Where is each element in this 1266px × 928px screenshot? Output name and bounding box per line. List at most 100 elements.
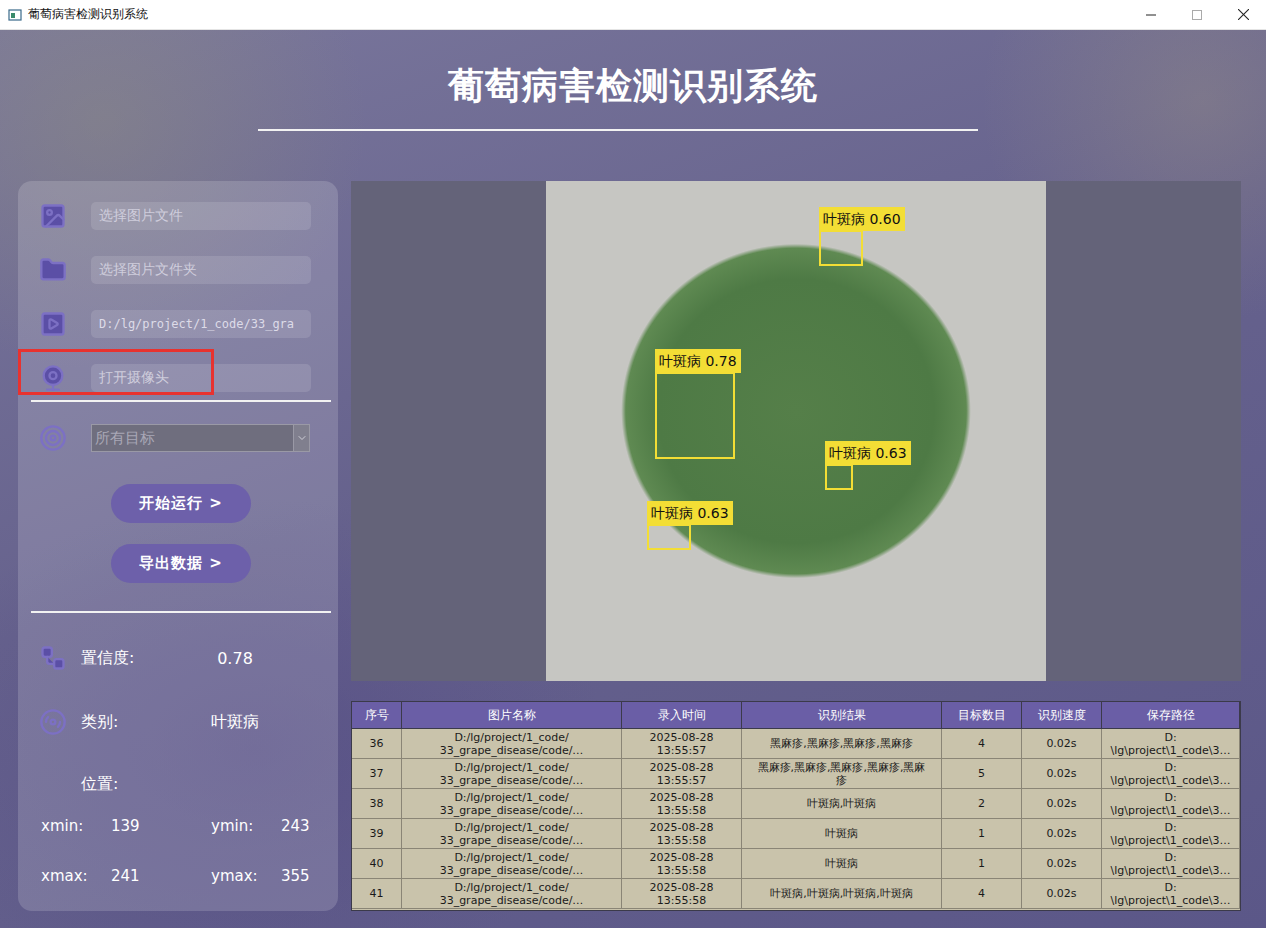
coord-value: 243: [281, 817, 331, 835]
table-cell[interactable]: 2: [942, 789, 1022, 819]
minimize-button[interactable]: [1128, 0, 1174, 30]
detection-box: 叶斑病 0.78: [655, 372, 735, 459]
cell-line: 2025-08-28: [650, 851, 714, 864]
target-icon-slot: [38, 423, 68, 453]
table-cell[interactable]: 叶斑病: [742, 819, 942, 849]
table-cell[interactable]: D:\lg\project\1_code\3…: [1102, 759, 1240, 789]
table-cell[interactable]: 0.02s: [1022, 789, 1102, 819]
image-file-icon: [39, 202, 67, 230]
cell-line: D:: [1164, 761, 1176, 774]
cell-line: 33_grape_disease/code/…: [440, 804, 584, 817]
table-cell[interactable]: 2025-08-2813:55:57: [622, 729, 742, 759]
cell-line: D:/lg/project/1_code/: [454, 761, 568, 774]
position-label: 位置:: [81, 774, 190, 795]
leaf-photo: 叶斑病 0.60叶斑病 0.78叶斑病 0.63叶斑病 0.63: [546, 181, 1046, 681]
result-table: 序号图片名称录入时间识别结果目标数目识别速度保存路径36D:/lg/projec…: [351, 701, 1241, 911]
header: 葡萄病害检测识别系统: [0, 30, 1266, 181]
table-cell[interactable]: 黑麻疹,黑麻疹,黑麻疹,黑麻疹,黑麻疹: [742, 759, 942, 789]
cell-line: D:: [1164, 881, 1176, 894]
table-cell[interactable]: D:\lg\project\1_code\3…: [1102, 729, 1240, 759]
table-header-cell: 目标数目: [942, 702, 1022, 729]
maximize-icon: [1192, 10, 1202, 20]
table-cell[interactable]: 2025-08-2813:55:58: [622, 819, 742, 849]
class-row: 类别:叶斑病: [38, 707, 331, 737]
detection-label: 叶斑病 0.78: [655, 349, 741, 373]
table-cell[interactable]: 36: [352, 729, 402, 759]
table-cell[interactable]: D:/lg/project/1_code/33_grape_disease/co…: [402, 879, 622, 909]
table-cell[interactable]: D:\lg\project\1_code\3…: [1102, 819, 1240, 849]
close-button[interactable]: [1220, 0, 1266, 30]
table-cell[interactable]: D:/lg/project/1_code/33_grape_disease/co…: [402, 759, 622, 789]
cell-line: 黑麻疹,黑麻疹,黑麻疹,黑麻疹,黑麻: [758, 761, 926, 774]
maximize-button[interactable]: [1174, 0, 1220, 30]
content: 选择图片文件选择图片文件夹 D:/lg/project/1_code/33_gra…: [0, 181, 1266, 911]
cell-line: D:: [1164, 851, 1176, 864]
table-cell[interactable]: 叶斑病,叶斑病: [742, 789, 942, 819]
cell-line: \lg\project\1_code\3…: [1110, 774, 1230, 787]
table-cell[interactable]: 叶斑病: [742, 849, 942, 879]
coord-label: ymin:: [211, 817, 281, 835]
table-cell[interactable]: D:/lg/project/1_code/33_grape_disease/co…: [402, 789, 622, 819]
table-cell[interactable]: D:/lg/project/1_code/33_grape_disease/co…: [402, 849, 622, 879]
table-cell[interactable]: 叶斑病,叶斑病,叶斑病,叶斑病: [742, 879, 942, 909]
cell-line: 叶斑病: [825, 827, 858, 840]
table-cell[interactable]: 38: [352, 789, 402, 819]
table-cell[interactable]: 0.02s: [1022, 879, 1102, 909]
table-cell[interactable]: D:\lg\project\1_code\3…: [1102, 849, 1240, 879]
position-row: 位置:: [38, 769, 331, 799]
table-cell[interactable]: 2025-08-2813:55:58: [622, 849, 742, 879]
start-button[interactable]: 开始运行 >: [111, 484, 251, 523]
table-cell[interactable]: 2025-08-2813:55:57: [622, 759, 742, 789]
source-icon-slot: [38, 201, 68, 231]
cell-line: 33_grape_disease/code/…: [440, 864, 584, 877]
table-cell[interactable]: 黑麻疹,黑麻疹,黑麻疹,黑麻疹: [742, 729, 942, 759]
source-field[interactable]: 选择图片文件: [91, 202, 311, 230]
export-button[interactable]: 导出数据 >: [111, 544, 251, 583]
confidence-label: 置信度:: [81, 648, 190, 669]
table-cell[interactable]: 2025-08-2813:55:58: [622, 789, 742, 819]
table-cell[interactable]: D:\lg\project\1_code\3…: [1102, 879, 1240, 909]
table-cell[interactable]: 37: [352, 759, 402, 789]
cell-line: 13:55:58: [657, 894, 706, 907]
source-field[interactable]: 打开摄像头: [91, 364, 311, 392]
main-area: 葡萄病害检测识别系统选择图片文件选择图片文件夹 D:/lg/project/1_c…: [0, 30, 1266, 928]
source-row: 选择图片文件夹: [38, 255, 331, 285]
source-icon-slot: [38, 255, 68, 285]
table-cell[interactable]: 0.02s: [1022, 819, 1102, 849]
target-select[interactable]: 所有目标: [91, 424, 310, 452]
table-cell[interactable]: D:\lg\project\1_code\3…: [1102, 789, 1240, 819]
table-cell[interactable]: D:/lg/project/1_code/33_grape_disease/co…: [402, 729, 622, 759]
control-panel: 选择图片文件选择图片文件夹 D:/lg/project/1_code/33_gra…: [18, 181, 338, 911]
table-cell[interactable]: 1: [942, 819, 1022, 849]
coord-value: 241: [111, 867, 211, 885]
cell-line: \lg\project\1_code\3…: [1110, 864, 1230, 877]
cell-line: 33_grape_disease/code/…: [440, 834, 584, 847]
window-controls: [1128, 0, 1266, 29]
table-cell[interactable]: 2025-08-2813:55:58: [622, 879, 742, 909]
table-cell[interactable]: D:/lg/project/1_code/33_grape_disease/co…: [402, 819, 622, 849]
table-cell[interactable]: 0.02s: [1022, 759, 1102, 789]
cell-line: 2025-08-28: [650, 881, 714, 894]
detection-label: 叶斑病 0.63: [825, 441, 911, 465]
coord-value: 139: [111, 817, 211, 835]
table-header-cell: 序号: [352, 702, 402, 729]
folder-icon: [39, 256, 67, 284]
header-title: 葡萄病害检测识别系统: [448, 63, 818, 109]
table-cell[interactable]: 0.02s: [1022, 729, 1102, 759]
table-cell[interactable]: 0.02s: [1022, 849, 1102, 879]
table-cell[interactable]: 41: [352, 879, 402, 909]
source-field[interactable]: D:/lg/project/1_code/33_gra: [91, 310, 311, 338]
table-cell[interactable]: 39: [352, 819, 402, 849]
source-field[interactable]: 选择图片文件夹: [91, 256, 311, 284]
table-cell[interactable]: 5: [942, 759, 1022, 789]
table-cell[interactable]: 1: [942, 849, 1022, 879]
class-value: 叶斑病: [190, 712, 280, 733]
cell-line: D:: [1164, 791, 1176, 804]
table-cell[interactable]: 4: [942, 729, 1022, 759]
detection-box: 叶斑病 0.60: [819, 230, 863, 266]
table-grid: 序号图片名称录入时间识别结果目标数目识别速度保存路径36D:/lg/projec…: [352, 702, 1240, 909]
table-cell[interactable]: 40: [352, 849, 402, 879]
cell-line: \lg\project\1_code\3…: [1110, 834, 1230, 847]
table-header-cell: 图片名称: [402, 702, 622, 729]
table-cell[interactable]: 4: [942, 879, 1022, 909]
